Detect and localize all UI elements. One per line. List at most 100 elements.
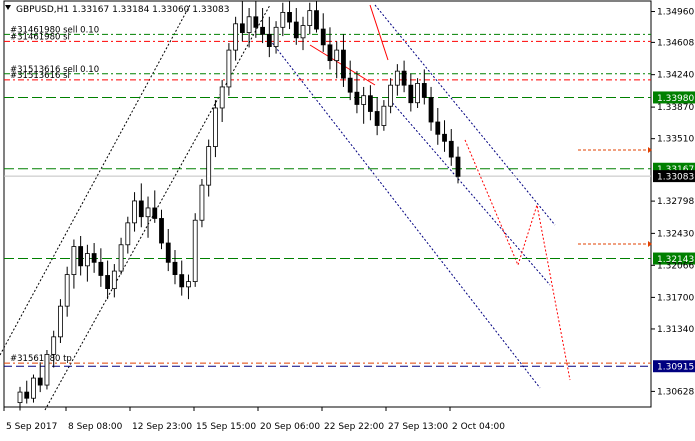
candle-body xyxy=(388,84,394,107)
price-badge-label: 1.33083 xyxy=(657,173,694,183)
candle-body xyxy=(71,246,77,275)
candle-body xyxy=(320,28,326,46)
candle-body xyxy=(415,83,420,104)
candle-body xyxy=(246,16,252,33)
down-channel-mid xyxy=(389,99,551,286)
candle-body xyxy=(341,49,346,79)
candle-body xyxy=(213,107,218,147)
candle-body xyxy=(367,95,373,112)
x-tick-label: 27 Sep 13:00 xyxy=(388,422,448,432)
x-tick-label: 22 Sep 22:00 xyxy=(324,422,384,432)
candle-body xyxy=(219,86,225,109)
y-tick-label: 1.32430 xyxy=(657,229,694,239)
candle-body xyxy=(51,336,57,355)
candle-body xyxy=(17,391,23,404)
candle-body xyxy=(111,270,117,290)
orange-arrow-2 xyxy=(578,241,652,247)
y-tick-label: 1.34608 xyxy=(657,38,694,48)
order-lines: #31461980 sell 0.10#31461980 sl#31513616… xyxy=(4,25,651,364)
chart-window[interactable]: 1.339801.331671.330831.321431.30915 #314… xyxy=(0,0,695,437)
candle-body xyxy=(287,11,292,23)
candle-body xyxy=(58,305,63,338)
orange-arrow-1 xyxy=(578,147,652,153)
candle-body xyxy=(91,253,97,263)
title-arrow-icon xyxy=(5,5,11,10)
y-tick-label: 1.31700 xyxy=(657,293,694,303)
candle-body xyxy=(179,274,185,288)
candle-body xyxy=(159,218,164,244)
candle-body xyxy=(421,83,427,98)
candle-body xyxy=(138,200,144,218)
candle-body xyxy=(165,242,171,263)
y-tick-label: 1.31340 xyxy=(657,325,694,335)
candle-body xyxy=(64,274,70,307)
candle-body xyxy=(394,70,400,86)
candle-body xyxy=(78,246,84,267)
chart-title: GBPUSD,H1 1.33167 1.33184 1.33060 1.3308… xyxy=(16,5,229,15)
candle-body xyxy=(226,49,232,88)
candle-body xyxy=(239,23,245,33)
x-tick-label: 5 Sep 2017 xyxy=(6,422,57,432)
red-trendline-2 xyxy=(369,4,389,61)
y-tick-label: 1.34240 xyxy=(657,71,694,81)
candle-body xyxy=(273,26,279,47)
x-tick-label: 12 Sep 23:00 xyxy=(132,422,192,432)
candle-body xyxy=(354,91,360,105)
chart-title-group: GBPUSD,H1 1.33167 1.33184 1.33060 1.3308… xyxy=(5,5,229,15)
candle-body xyxy=(199,184,205,221)
candle-body xyxy=(105,275,110,290)
candle-body xyxy=(145,207,151,218)
y-tick-label: 1.33510 xyxy=(657,135,694,145)
candle-body xyxy=(206,146,212,186)
price-levels: 1.339801.331671.330831.321431.30915 xyxy=(4,91,695,373)
y-tick-label: 1.34960 xyxy=(657,8,694,18)
down-channel-lower xyxy=(269,39,541,389)
candle-body xyxy=(448,140,454,158)
x-tick-label: 15 Sep 15:00 xyxy=(196,422,256,432)
candle-body xyxy=(24,391,30,399)
candle-body xyxy=(253,16,259,28)
x-tick-label: 2 Oct 04:00 xyxy=(452,422,505,432)
y-tick-label: 1.32066 xyxy=(657,261,694,271)
candle-body xyxy=(280,11,286,28)
x-tick-label: 8 Sep 08:00 xyxy=(68,422,123,432)
candle-body xyxy=(31,377,36,399)
y-tick-label: 1.32798 xyxy=(657,197,694,207)
candle-body xyxy=(361,95,367,105)
candle-body xyxy=(435,121,441,135)
candle-body xyxy=(44,353,50,386)
candle-body xyxy=(455,156,461,177)
candle-body xyxy=(300,25,306,39)
candle-body xyxy=(118,244,124,272)
candle-body xyxy=(132,200,137,224)
candle-body xyxy=(125,222,131,246)
candle-body xyxy=(172,261,178,275)
candle-body xyxy=(37,377,43,386)
order-label: #31561980 tp xyxy=(10,354,72,364)
y-tick-label: 1.30628 xyxy=(657,387,694,397)
candle-body xyxy=(381,105,387,126)
candle-body xyxy=(374,111,380,126)
candle-body xyxy=(408,84,414,104)
order-label: #31461980 sl xyxy=(10,32,70,42)
candles xyxy=(17,1,461,411)
plot-frame xyxy=(3,0,652,408)
candle-body xyxy=(152,207,158,219)
x-tick-label: 20 Sep 06:00 xyxy=(260,422,320,432)
candle-body xyxy=(442,133,447,142)
price-chart[interactable]: 1.339801.331671.330831.321431.30915 #314… xyxy=(0,0,695,437)
candle-body xyxy=(314,10,319,30)
candle-body xyxy=(98,261,104,276)
candle-body xyxy=(186,281,191,288)
candle-body xyxy=(307,10,313,26)
channel-line-upper xyxy=(0,4,191,356)
candle-body xyxy=(334,49,340,62)
price-badge-label: 1.30915 xyxy=(657,363,694,373)
time-axis[interactable]: 5 Sep 2017 8 Sep 08:00 12 Sep 23:00 15 Sep … xyxy=(3,407,505,432)
candle-body xyxy=(260,26,265,35)
candle-body xyxy=(266,33,272,47)
candle-body xyxy=(293,21,299,39)
price-axis[interactable]: 1.34960 1.34608 1.34240 1.33870 1.33510 1.327… xyxy=(651,8,694,398)
candle-body xyxy=(84,253,90,267)
order-label: #31513616 sl xyxy=(10,71,70,81)
